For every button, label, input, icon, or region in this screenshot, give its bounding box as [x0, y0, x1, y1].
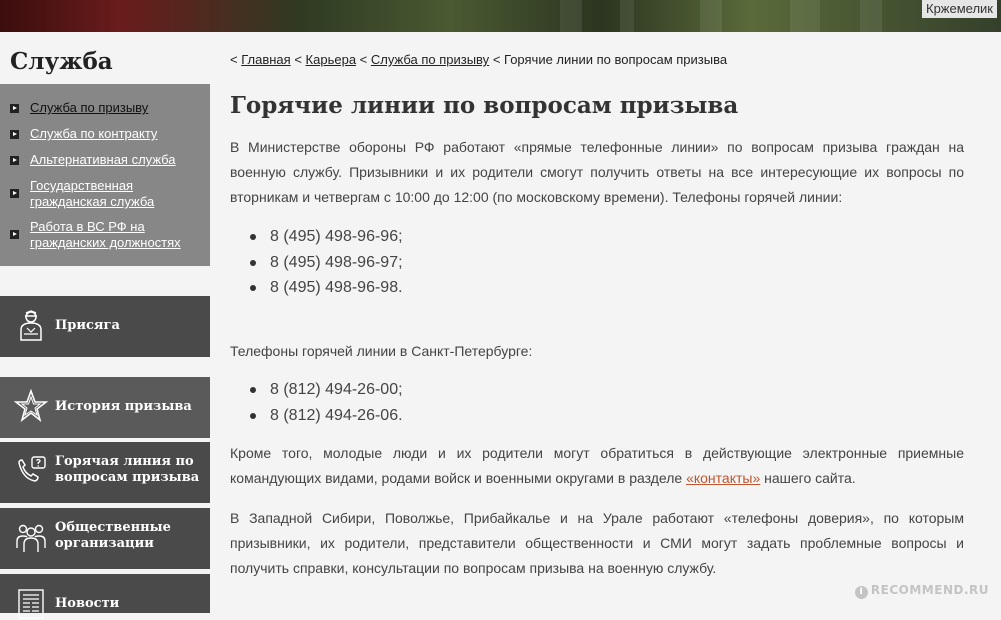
sidebar: Служба Служба по призыву Служба по контр…	[0, 32, 210, 619]
sidebar-title: Служба	[10, 48, 113, 75]
sidebar-item-label[interactable]: Служба по призыву	[30, 100, 148, 116]
sidebar-menu: Служба по призыву Служба по контракту Ал…	[0, 84, 210, 266]
top-banner: Кржемелик	[0, 0, 1001, 32]
arrow-bullet-icon	[10, 156, 19, 165]
user-name[interactable]: Кржемелик	[922, 0, 997, 18]
phone-number[interactable]: 8 (812) 494-26-00;	[250, 377, 403, 403]
breadcrumb-separator: <	[294, 52, 302, 67]
sidebar-item-label[interactable]: Служба по контракту	[30, 126, 157, 142]
breadcrumb-current: Горячие линии по вопросам призыва	[504, 52, 728, 67]
breadcrumb: < Главная < Карьера < Служба по призыву …	[230, 52, 727, 67]
phone-number[interactable]: 8 (812) 494-26-06.	[250, 403, 403, 429]
arrow-bullet-icon	[10, 230, 19, 239]
newspaper-icon	[18, 589, 44, 619]
arrow-bullet-icon	[10, 104, 19, 113]
sidebar-block-news[interactable]: Новости	[0, 574, 210, 619]
banner-decor	[860, 0, 882, 32]
sidebar-block-organizations[interactable]: Общественные организации	[0, 508, 210, 569]
sidebar-block-oath[interactable]: Присяга	[0, 296, 210, 357]
breadcrumb-link-home[interactable]: Главная	[241, 52, 290, 67]
soldier-icon	[20, 310, 42, 341]
phone-number[interactable]: 8 (495) 498-96-98.	[250, 275, 403, 301]
contacts-paragraph: Кроме того, молодые люди и их родители м…	[230, 441, 964, 491]
banner-decor	[700, 0, 722, 32]
contacts-link[interactable]: «контакты»	[686, 470, 760, 486]
breadcrumb-separator: <	[359, 52, 368, 67]
intro-paragraph: В Министерстве обороны РФ работают «прям…	[230, 139, 964, 205]
people-icon	[16, 524, 46, 552]
regions-paragraph: В Западной Сибири, Поволжье, Прибайкалье…	[230, 510, 964, 576]
sidebar-block-hotline[interactable]: Горячая линия по вопросам призыва	[0, 442, 210, 503]
banner-decor	[790, 0, 820, 32]
sidebar-block-label: Общественные организации	[55, 520, 171, 551]
watermark-text: RECOMMEND.RU	[870, 583, 989, 597]
sidebar-block-label: История призыва	[55, 399, 192, 414]
phone-number[interactable]: 8 (495) 498-96-97;	[250, 250, 403, 276]
moscow-phone-list: 8 (495) 498-96-96; 8 (495) 498-96-97; 8 …	[250, 224, 403, 301]
phone-number[interactable]: 8 (495) 498-96-96;	[250, 224, 403, 250]
sidebar-block-label: Горячая линия по вопросам призыва	[55, 454, 200, 485]
sidebar-item-label[interactable]: Альтернативная служба	[30, 152, 176, 168]
breadcrumb-separator: <	[492, 52, 501, 67]
star-icon	[14, 389, 48, 423]
main-content: < Главная < Карьера < Служба по призыву …	[230, 32, 965, 613]
arrow-bullet-icon	[10, 189, 19, 198]
sidebar-item-label[interactable]: Работа в ВС РФ на гражданских должностях	[30, 219, 181, 251]
breadcrumb-link-career[interactable]: Карьера	[306, 52, 357, 67]
arrow-bullet-icon	[10, 130, 19, 139]
breadcrumb-link-conscription[interactable]: Служба по призыву	[371, 52, 489, 67]
spb-phone-list: 8 (812) 494-26-00; 8 (812) 494-26-06.	[250, 377, 403, 428]
phone-question-icon	[18, 456, 46, 482]
breadcrumb-separator: <	[230, 52, 238, 67]
banner-decor	[620, 0, 634, 32]
page-title: Горячие линии по вопросам призыва	[230, 92, 739, 119]
sidebar-block-history[interactable]: История призыва	[0, 377, 210, 438]
watermark: I RECOMMEND.RU	[854, 583, 989, 599]
sidebar-block-label: Новости	[55, 596, 120, 611]
sidebar-block-label: Присяга	[55, 318, 120, 333]
sidebar-item-label[interactable]: Государственная гражданская служба	[30, 178, 154, 210]
watermark-mark: I	[854, 586, 868, 599]
spb-intro-paragraph: Телефоны горячей линии в Санкт-Петербург…	[230, 343, 533, 359]
banner-decor	[560, 0, 582, 32]
contacts-text: нашего сайта.	[760, 470, 856, 486]
